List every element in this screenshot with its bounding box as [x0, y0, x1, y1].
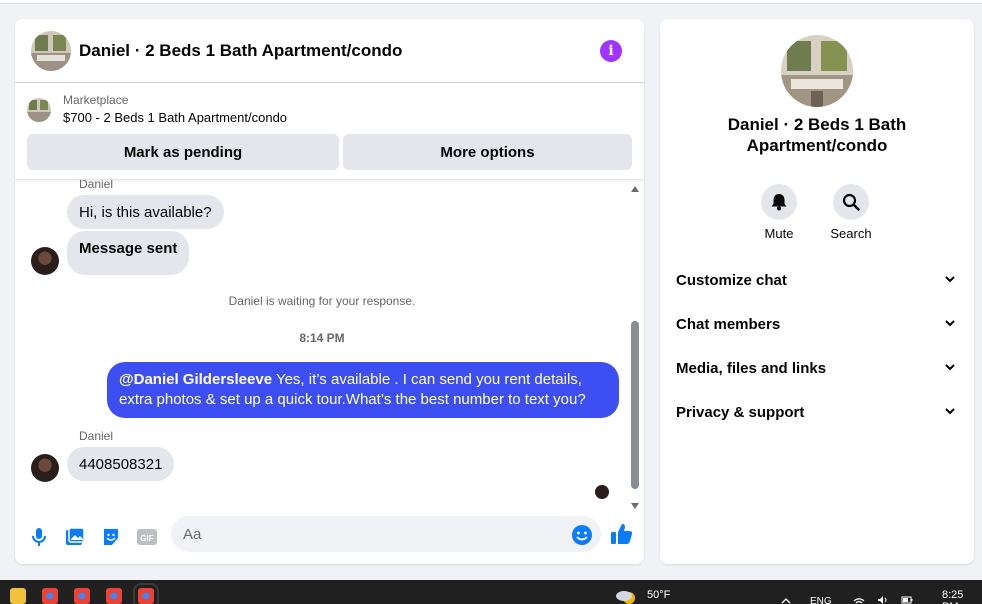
- chevron-down-icon: [945, 364, 955, 371]
- sticker-icon[interactable]: [99, 525, 123, 549]
- message-bubble-incoming[interactable]: 4408508321: [67, 447, 175, 481]
- chrome-icon[interactable]: [106, 588, 122, 604]
- marketplace-label: Marketplace: [63, 93, 129, 107]
- scrollbar-thumb[interactable]: [631, 321, 639, 489]
- photo-icon[interactable]: [63, 525, 87, 549]
- listing-avatar-large[interactable]: [781, 35, 853, 107]
- chevron-up-icon[interactable]: [780, 596, 792, 604]
- privacy-support-section[interactable]: Privacy & support: [668, 392, 966, 432]
- chrome-icon[interactable]: [133, 583, 159, 604]
- mention[interactable]: @Daniel Gildersleeve: [119, 371, 272, 388]
- message-input[interactable]: [171, 516, 601, 552]
- section-label: Chat members: [676, 315, 781, 333]
- more-options-button[interactable]: More options: [343, 134, 632, 170]
- scrollbar[interactable]: [630, 183, 640, 509]
- wifi-icon[interactable]: [853, 596, 865, 604]
- chat-header: Daniel · 2 Beds 1 Bath Apartment/condo i: [15, 19, 644, 83]
- contact-avatar[interactable]: [31, 454, 59, 482]
- language-indicator[interactable]: ENG: [810, 596, 832, 604]
- sender-name: Daniel: [79, 429, 114, 443]
- message-timestamp: 8:14 PM: [299, 331, 345, 345]
- read-receipt-avatar: [595, 485, 609, 499]
- customize-chat-section[interactable]: Customize chat: [668, 260, 966, 300]
- contact-avatar[interactable]: [31, 247, 59, 275]
- emoji-icon[interactable]: [571, 524, 593, 546]
- clock-time[interactable]: 8:25 PM: [942, 589, 982, 604]
- message-bubble-outgoing[interactable]: @Daniel Gildersleeve Yes, it’s available…: [107, 362, 619, 418]
- section-label: Media, files and links: [676, 359, 827, 377]
- composer: GIF: [15, 510, 644, 564]
- chevron-down-icon: [945, 320, 955, 327]
- volume-icon[interactable]: [877, 596, 889, 604]
- info-icon[interactable]: i: [600, 40, 622, 62]
- mark-as-pending-button[interactable]: Mark as pending: [27, 134, 339, 170]
- scroll-down-icon[interactable]: [631, 503, 639, 509]
- chat-members-section[interactable]: Chat members: [668, 304, 966, 344]
- chat-panel: Daniel · 2 Beds 1 Bath Apartment/condo i…: [15, 19, 644, 564]
- chrome-icon[interactable]: [74, 588, 90, 604]
- thumbs-up-icon[interactable]: [610, 522, 634, 546]
- search-button[interactable]: Search: [821, 184, 881, 241]
- temperature[interactable]: 50°F: [647, 589, 670, 601]
- sender-name: Daniel: [79, 180, 114, 191]
- system-note: Daniel is waiting for your response.: [228, 294, 416, 308]
- microphone-icon[interactable]: [27, 525, 51, 549]
- message-bubble-incoming[interactable]: Hi, is this available?: [67, 195, 224, 229]
- file-explorer-icon[interactable]: [10, 588, 26, 604]
- top-strip: [0, 0, 982, 4]
- gif-icon[interactable]: GIF: [135, 525, 159, 549]
- listing-avatar[interactable]: [31, 30, 71, 71]
- gif-label: GIF: [140, 534, 153, 543]
- weather-icon[interactable]: [615, 588, 637, 604]
- message-list: Daniel Hi, is this available? Message se…: [15, 180, 644, 510]
- section-label: Privacy & support: [676, 403, 805, 421]
- mute-label: Mute: [764, 226, 794, 241]
- panel-title: Daniel · 2 Beds 1 Bath Apartment/condo: [727, 115, 907, 155]
- media-files-links-section[interactable]: Media, files and links: [668, 348, 966, 388]
- search-label: Search: [830, 226, 872, 241]
- chevron-down-icon: [945, 408, 955, 415]
- battery-icon[interactable]: [901, 596, 913, 604]
- search-icon[interactable]: [833, 184, 869, 220]
- chrome-icon[interactable]: [42, 588, 58, 604]
- marketplace-banner: Marketplace $700 - 2 Beds 1 Bath Apartme…: [15, 83, 644, 180]
- listing-title[interactable]: $700 - 2 Beds 1 Bath Apartment/condo: [63, 108, 287, 128]
- message-bubble-incoming[interactable]: Message sent: [67, 231, 190, 275]
- chat-title[interactable]: Daniel · 2 Beds 1 Bath Apartment/condo: [79, 41, 402, 61]
- chevron-down-icon: [945, 276, 955, 283]
- taskbar: 50°F ENG 8:25 PM: [0, 580, 982, 604]
- bell-icon[interactable]: [761, 184, 797, 220]
- listing-thumbnail[interactable]: [27, 98, 51, 122]
- scroll-up-icon[interactable]: [631, 186, 639, 192]
- mute-button[interactable]: Mute: [749, 184, 809, 241]
- section-label: Customize chat: [676, 271, 787, 289]
- conversation-info-panel: Daniel · 2 Beds 1 Bath Apartment/condo M…: [660, 19, 974, 564]
